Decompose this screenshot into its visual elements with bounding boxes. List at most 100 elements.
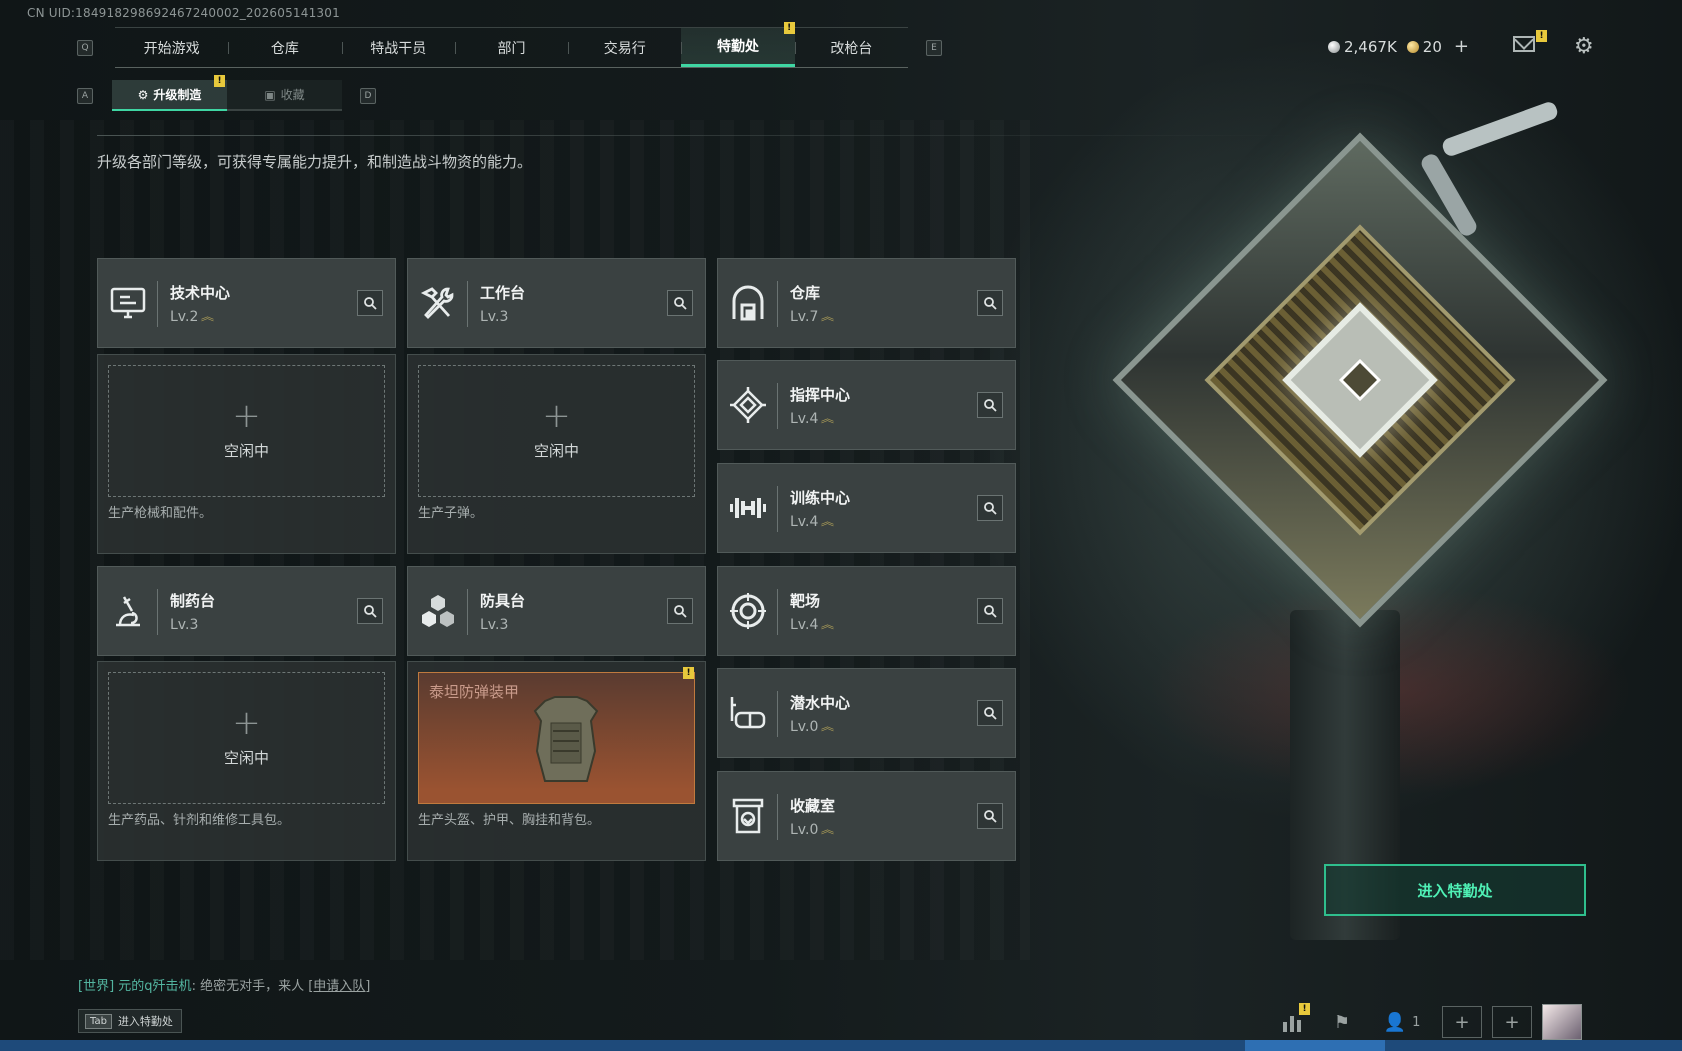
diving-mask-icon xyxy=(718,669,778,757)
dept-level: Lv.4 xyxy=(790,513,819,530)
production-slot-empty[interactable]: + 空闲中 xyxy=(108,672,385,804)
tab-gunsmith[interactable]: 改枪台 xyxy=(794,28,908,67)
dept-level: Lv.3 xyxy=(480,308,509,325)
tab-label: 特勤处 xyxy=(717,39,760,55)
search-button[interactable] xyxy=(357,598,383,624)
production-slot-active[interactable]: 泰坦防弹装甲 ! xyxy=(418,667,695,804)
dept-card-pharmacy[interactable]: 制药台 Lv.3 xyxy=(97,566,396,656)
tab-operators[interactable]: 特战干员 xyxy=(341,28,455,67)
tab-start-game[interactable]: 开始游戏 xyxy=(115,28,228,67)
dept-card-armor-bench[interactable]: 防具台 Lv.3 xyxy=(407,566,706,656)
notification-badge: ! xyxy=(683,667,694,679)
add-teammate-button-2[interactable]: + xyxy=(1492,1006,1532,1038)
dept-card-tech-center[interactable]: 技术中心 Lv.2 ︽ xyxy=(97,258,396,348)
dept-name: 训练中心 xyxy=(790,488,851,507)
tab-warehouse[interactable]: 仓库 xyxy=(228,28,341,67)
gold-currency: 20 xyxy=(1406,37,1442,56)
tab-label: 特战干员 xyxy=(370,40,427,57)
upgrade-arrow-icon: ︽ xyxy=(821,617,835,631)
dept-level: Lv.7 xyxy=(790,308,819,325)
chat-channel: [世界] xyxy=(78,979,115,994)
mail-icon[interactable]: ! xyxy=(1513,30,1547,52)
dept-name: 靶场 xyxy=(790,591,821,610)
dept-name: 工作台 xyxy=(480,283,526,302)
subtab-collection[interactable]: ▣ 收藏 xyxy=(227,80,342,111)
production-panel-workbench: + 空闲中 生产子弹。 xyxy=(407,354,706,554)
tab-departments[interactable]: 部门 xyxy=(454,28,568,67)
search-icon xyxy=(984,502,997,515)
add-teammate-button[interactable]: + xyxy=(1442,1006,1482,1038)
collection-icon: ▣ xyxy=(264,87,276,102)
chat-user[interactable]: 元的q歼击机 xyxy=(118,979,191,994)
craft-icon: ⚙ xyxy=(137,87,149,102)
slot-status: 空闲中 xyxy=(223,748,269,767)
dept-card-warehouse[interactable]: 仓库 Lv.7 ︽ xyxy=(717,258,1016,348)
cubes-icon xyxy=(408,567,468,655)
collection-room-icon xyxy=(718,772,778,860)
upgrade-arrow-icon: ︽ xyxy=(201,309,215,323)
search-button[interactable] xyxy=(977,700,1003,726)
dept-card-diving-center[interactable]: 潜水中心 Lv.0 ︽ xyxy=(717,668,1016,758)
search-icon xyxy=(984,605,997,618)
upgrade-arrow-icon: ︽ xyxy=(821,719,835,733)
subtab-next-key[interactable]: D xyxy=(360,88,376,104)
search-icon xyxy=(674,605,687,618)
enter-special-ops-button[interactable]: 进入特勤处 xyxy=(1324,864,1586,916)
subtab-prev-key[interactable]: A xyxy=(77,88,93,104)
dept-name: 制药台 xyxy=(170,591,216,610)
search-button[interactable] xyxy=(977,803,1003,829)
search-icon xyxy=(984,810,997,823)
dept-card-shooting-range[interactable]: 靶场 Lv.4 ︽ xyxy=(717,566,1016,656)
nav-next-key[interactable]: E xyxy=(926,40,942,56)
dept-name: 指挥中心 xyxy=(790,385,851,404)
notification-badge: ! xyxy=(214,75,225,87)
dept-name: 防具台 xyxy=(480,591,526,610)
production-slot-empty[interactable]: + 空闲中 xyxy=(418,365,695,497)
search-button[interactable] xyxy=(977,290,1003,316)
upgrade-arrow-icon: ︽ xyxy=(821,514,835,528)
taskbar xyxy=(0,1040,1682,1051)
search-button[interactable] xyxy=(977,392,1003,418)
dept-card-collection-room[interactable]: 收藏室 Lv.0 ︽ xyxy=(717,771,1016,861)
production-panel-tech: + 空闲中 生产枪械和配件。 xyxy=(97,354,396,554)
plus-icon: + xyxy=(542,395,571,436)
dept-level: Lv.2 xyxy=(170,308,199,325)
plus-icon: + xyxy=(232,395,261,436)
tab-hint[interactable]: Tab 进入特勤处 xyxy=(78,1009,182,1033)
avatar[interactable] xyxy=(1542,1004,1582,1040)
join-team-link[interactable]: [申请入队] xyxy=(308,979,370,994)
sub-tabs: ⚙ 升级制造 ! ▣ 收藏 xyxy=(112,75,342,111)
dept-card-command-center[interactable]: 指挥中心 Lv.4 ︽ xyxy=(717,360,1016,450)
warehouse-icon xyxy=(718,259,778,347)
search-icon xyxy=(674,297,687,310)
search-button[interactable] xyxy=(667,290,693,316)
person-icon: 👤 xyxy=(1383,1011,1407,1033)
search-button[interactable] xyxy=(977,495,1003,521)
production-panel-pharmacy: + 空闲中 生产药品、针剂和维修工具包。 xyxy=(97,661,396,861)
divider xyxy=(97,135,1297,136)
stats-icon[interactable]: ! xyxy=(1272,1003,1312,1038)
armor-vest-icon xyxy=(533,696,599,782)
tab-special-ops[interactable]: 特勤处 ! xyxy=(681,22,795,67)
team-icon[interactable]: 👤 1 xyxy=(1372,1006,1432,1038)
flag-icon[interactable]: ⚑ xyxy=(1322,1006,1362,1038)
gear-icon[interactable]: ⚙ xyxy=(1574,34,1594,59)
search-button[interactable] xyxy=(357,290,383,316)
tab-key: Tab xyxy=(85,1013,112,1029)
search-button[interactable] xyxy=(977,598,1003,624)
silver-currency: 2,467K xyxy=(1328,38,1397,56)
dept-card-workbench[interactable]: 工作台 Lv.3 xyxy=(407,258,706,348)
microscope-icon xyxy=(98,567,158,655)
hammer-wrench-icon xyxy=(408,259,468,347)
subtab-upgrade-craft[interactable]: ⚙ 升级制造 ! xyxy=(112,75,227,111)
search-button[interactable] xyxy=(667,598,693,624)
production-slot-empty[interactable]: + 空闲中 xyxy=(108,365,385,497)
production-description: 生产头盔、护甲、胸挂和背包。 xyxy=(418,813,601,828)
upgrade-arrow-icon: ︽ xyxy=(821,822,835,836)
tab-trade[interactable]: 交易行 xyxy=(568,28,681,67)
add-currency-button[interactable]: + xyxy=(1454,36,1469,57)
dept-card-training-center[interactable]: 训练中心 Lv.4 ︽ xyxy=(717,463,1016,553)
dept-level: Lv.3 xyxy=(480,616,509,633)
gold-amount: 20 xyxy=(1422,37,1442,56)
nav-prev-key[interactable]: Q xyxy=(77,40,93,56)
